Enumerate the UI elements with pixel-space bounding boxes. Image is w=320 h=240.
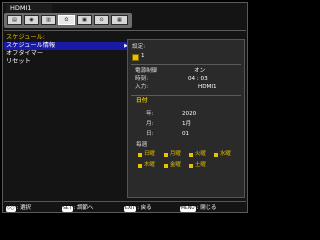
setting-label: 設定: <box>132 44 146 50</box>
saturday-checkbox <box>189 164 193 168</box>
menu-item-reset[interactable]: リセット <box>4 58 132 66</box>
friday-checkbox <box>164 164 168 168</box>
day-value: 01 <box>182 131 190 137</box>
thursday-label: 木曜 <box>144 162 155 168</box>
menu-item-schedule-info[interactable]: スケジュール情報 ▶ <box>4 42 132 50</box>
footer-hint-back: EXIT: 戻る <box>124 205 152 212</box>
input-label: HDMI1 <box>10 4 32 12</box>
sunday-checkbox <box>138 153 142 157</box>
schedule-slot-checkbox <box>132 54 139 61</box>
sound-icon[interactable]: ◉ <box>24 15 39 25</box>
month-value: 1月 <box>182 121 192 127</box>
exit-key-icon: EXIT <box>124 206 137 212</box>
tuesday-checkbox <box>189 153 193 157</box>
day-label: 日: <box>146 131 154 137</box>
weekly-label: 毎週 <box>136 142 148 148</box>
monday-label: 月曜 <box>170 151 181 157</box>
tuesday-label: 火曜 <box>195 151 206 157</box>
setup-icon[interactable]: ▥ <box>41 15 56 25</box>
set-key-icon: SET <box>62 206 73 212</box>
saturday-label: 土曜 <box>195 162 206 168</box>
year-value: 2020 <box>182 111 197 117</box>
network-icon[interactable]: ▣ <box>77 15 92 25</box>
panel-divider <box>131 95 241 96</box>
header-divider <box>4 30 246 31</box>
picture-icon[interactable]: ▤ <box>7 15 22 25</box>
thursday-checkbox <box>138 164 142 168</box>
wednesday-checkbox <box>214 153 218 157</box>
input-label-field: 入力: <box>135 84 149 90</box>
menu-key-icon: MENU <box>180 206 196 212</box>
panel-divider <box>131 64 241 65</box>
date-section-title: 日付 <box>136 98 148 104</box>
protect-icon[interactable]: ⊙ <box>94 15 109 25</box>
footer-hint-adjust: SET: 調節へ <box>62 205 94 212</box>
schedule-icon[interactable]: ⏲ <box>58 15 75 25</box>
footer-hint-select: ◇○: 選択 <box>6 205 31 212</box>
friday-label: 金曜 <box>170 162 181 168</box>
power-control-label: 電源制御 <box>135 68 158 74</box>
footer-hint-close: MENU: 閉じる <box>180 205 217 212</box>
menu-item-off-timer[interactable]: オフタイマー <box>4 50 132 58</box>
menu-toolbar: ▤ ◉ ▥ ⏲ ▣ ⊙ ▦ <box>4 13 132 28</box>
arrow-keys-icon: ◇○ <box>6 206 16 212</box>
schedule-menu: スケジュール: スケジュール情報 ▶ オフタイマー リセット <box>4 34 132 66</box>
menu-current-section: スケジュール: <box>6 34 45 41</box>
menu-item-label: オフタイマー <box>6 50 44 57</box>
schedule-slot-number: 1 <box>141 53 145 59</box>
option-icon[interactable]: ▦ <box>111 15 128 25</box>
year-label: 年: <box>146 111 154 117</box>
time-value: 04 : 03 <box>188 76 208 82</box>
footer-divider <box>4 201 246 202</box>
monday-checkbox <box>164 153 168 157</box>
menu-item-label: スケジュール情報 <box>6 42 56 49</box>
month-label: 月: <box>146 121 154 127</box>
power-control-value: オン <box>194 68 206 74</box>
time-label: 時刻: <box>135 76 149 82</box>
schedule-info-panel: 設定: 1 電源制御 オン 時刻: 04 : 03 入力: HDMI1 日付 年… <box>127 39 245 198</box>
sunday-label: 日曜 <box>144 151 155 157</box>
input-value: HDMI1 <box>198 84 217 90</box>
wednesday-label: 水曜 <box>220 151 231 157</box>
menu-item-label: リセット <box>6 58 31 65</box>
